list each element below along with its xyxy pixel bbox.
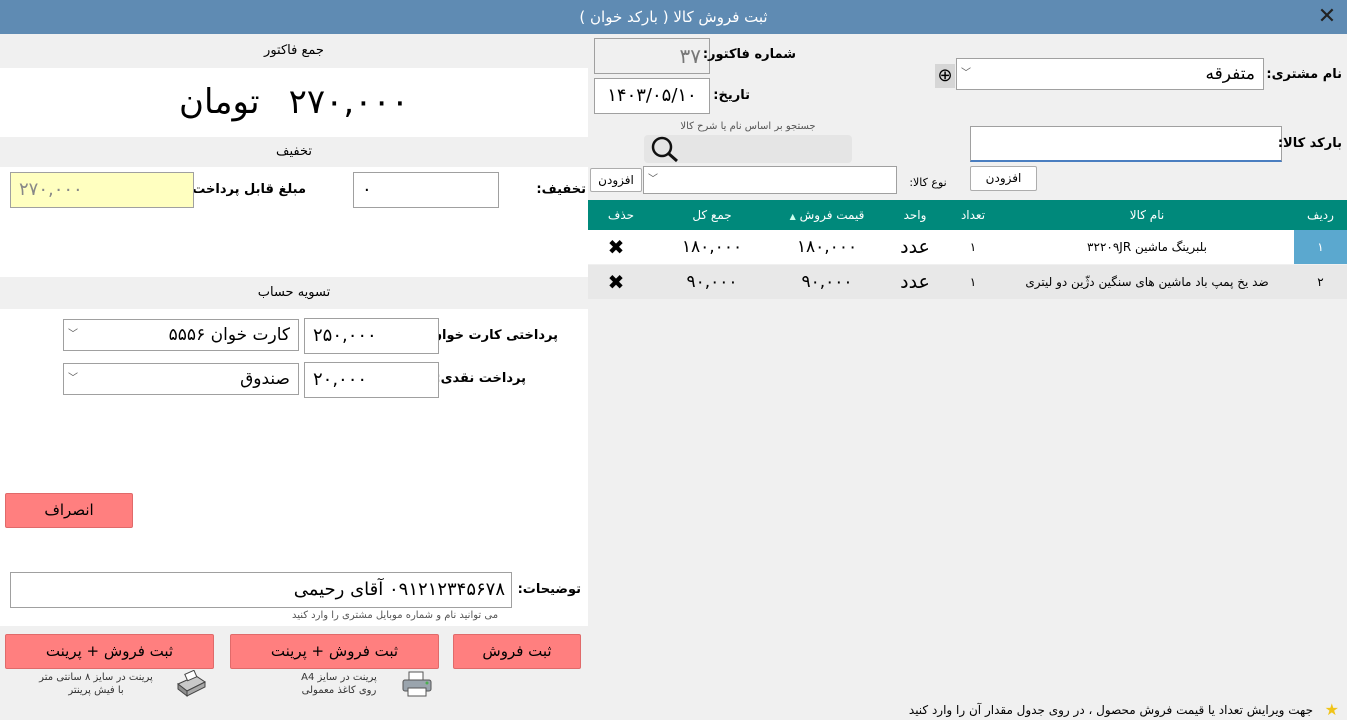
cell-name[interactable]: ضد یخ پمپ باد ماشین های سنگین دژّین دو ل… <box>1000 265 1294 299</box>
payable-amount: ۲۷۰,۰۰۰ <box>10 172 194 208</box>
card-account-select[interactable]: کارت خوان ۵۵۵۶ ﹀ <box>63 319 299 351</box>
total-display: ۲۷۰,۰۰۰ تومان <box>0 68 588 136</box>
total-currency: تومان <box>178 82 260 122</box>
receipt-note-line1: پرینت در سایز ۸ سانتی متر <box>39 672 153 683</box>
register-print-a4-button[interactable]: ثبت فروش + پرینت <box>230 634 439 669</box>
header-qty[interactable]: تعداد <box>946 200 1000 230</box>
header-unit[interactable]: واحد <box>884 200 946 230</box>
discount-header: تخفیف <box>0 137 588 167</box>
card-payment-label: پرداختی کارت خوان: <box>425 328 558 343</box>
star-icon: ★ <box>1324 700 1339 719</box>
a4-note-line1: پرینت در سایز A4 <box>301 672 377 683</box>
table-row[interactable]: ۱ بلبرینگ ماشین ۳۲۲۰۹JR ۱ عدد ۱۸۰,۰۰۰ ۱۸… <box>588 230 1347 264</box>
cash-payment-label: پرداخت نقدی: <box>435 371 526 386</box>
header-price[interactable]: ▲ قیمت فروش <box>770 200 884 232</box>
cancel-button[interactable]: انصراف <box>5 493 133 528</box>
a4-note-line2: روی کاغذ معمولی <box>301 685 377 696</box>
header-delete[interactable]: حذف <box>588 200 654 230</box>
cash-account-value: صندوق <box>240 369 290 389</box>
discount-label: تخفیف: <box>536 182 586 197</box>
notes-hint: می توانید نام و شماره موبایل مشتری را وا… <box>291 610 499 621</box>
status-text: جهت ویرایش تعداد یا قیمت فروش محصول ، در… <box>908 703 1313 717</box>
invoice-number: ۳۷ <box>594 38 710 74</box>
cell-row[interactable]: ۱ <box>1294 230 1347 264</box>
right-panel: ۳۷ شماره فاکتور: ۱۴۰۳/۰۵/۱۰ تاریخ: ⊕ متف… <box>588 34 1347 700</box>
table-row[interactable]: ۲ ضد یخ پمپ باد ماشین های سنگین دژّین دو… <box>588 265 1347 299</box>
cell-unit: عدد <box>900 236 930 258</box>
close-icon: ✕ <box>1317 4 1337 29</box>
add-customer-button[interactable]: ⊕ <box>935 64 955 88</box>
delete-x-icon: ✖ <box>607 270 625 294</box>
close-button[interactable]: ✕ <box>1315 5 1339 29</box>
register-print-receipt-button[interactable]: ثبت فروش + پرینت <box>5 634 214 669</box>
cell-qty[interactable]: ۱ <box>946 265 1000 299</box>
status-bar: ★ جهت ویرایش تعداد یا قیمت فروش محصول ، … <box>0 700 1347 720</box>
payable-label: مبلغ قابل پرداخت: <box>187 182 306 197</box>
delete-row-button[interactable]: ✖ <box>588 265 644 299</box>
notes-label: توضیحات: <box>517 582 581 597</box>
header-row[interactable]: ردیف <box>1294 200 1347 230</box>
card-payment-input[interactable]: ۲۵۰,۰۰۰ <box>304 318 439 354</box>
plus-circle-icon: ⊕ <box>937 65 953 86</box>
chevron-down-icon: ﹀ <box>961 68 971 79</box>
grid-header: ردیف نام کالا تعداد واحد ▲ قیمت فروش جمع… <box>588 200 1347 230</box>
cell-total: ۹۰,۰۰۰ <box>686 272 738 292</box>
notes-input[interactable]: ۰۹۱۲۱۲۳۴۵۶۷۸ آقای رحیمی <box>10 572 512 608</box>
header-price-label: قیمت فروش <box>799 208 865 222</box>
customer-label: نام مشتری: <box>1266 67 1342 82</box>
barcode-label: بارکد کالا: <box>1277 136 1342 151</box>
register-button[interactable]: ثبت فروش <box>453 634 581 669</box>
cell-row[interactable]: ۲ <box>1294 265 1347 299</box>
search-hint: جستجو بر اساس نام یا شرح کالا <box>680 121 816 132</box>
add-type-button[interactable]: افزودن <box>590 168 642 192</box>
cash-payment-input[interactable]: ۲۰,۰۰۰ <box>304 362 439 398</box>
cell-unit: عدد <box>900 271 930 293</box>
total-amount: ۲۷۰,۰۰۰ <box>288 82 410 122</box>
chevron-down-icon: ﹀ <box>648 174 658 185</box>
cash-account-select[interactable]: صندوق ﹀ <box>63 363 299 395</box>
sort-ascending-icon: ▲ <box>789 212 796 221</box>
cell-price[interactable]: ۱۸۰,۰۰۰ <box>770 230 884 264</box>
header-name[interactable]: نام کالا <box>1000 200 1294 230</box>
settlement-header: تسویه حساب <box>0 277 588 309</box>
cell-qty[interactable]: ۱ <box>946 230 1000 264</box>
delete-x-icon: ✖ <box>607 235 625 259</box>
cell-total: ۱۸۰,۰۰۰ <box>681 237 743 257</box>
printer-icon <box>400 670 434 698</box>
customer-value: متفرقه <box>1205 64 1255 84</box>
customer-select[interactable]: متفرقه ﹀ <box>956 58 1264 90</box>
date-label: تاریخ: <box>713 88 750 103</box>
product-type-select[interactable]: ﹀ <box>643 166 897 194</box>
receipt-printer-icon <box>174 669 208 698</box>
add-barcode-button[interactable]: افزودن <box>970 166 1037 191</box>
date-input[interactable]: ۱۴۰۳/۰۵/۱۰ <box>594 78 710 114</box>
discount-input[interactable]: ۰ <box>353 172 499 208</box>
window-title: ثبت فروش کالا ( بارکد خوان ) <box>579 8 768 26</box>
total-header: جمع فاکتور <box>0 34 588 68</box>
search-input[interactable] <box>644 135 852 163</box>
cell-price[interactable]: ۹۰,۰۰۰ <box>770 265 884 299</box>
product-type-label: نوع کالا: <box>909 176 947 189</box>
search-icon <box>651 136 678 163</box>
left-panel: جمع فاکتور ۲۷۰,۰۰۰ تومان تخفیف تخفیف: ۰ … <box>0 34 588 700</box>
receipt-note-line2: با فیش پرینتر <box>68 685 124 696</box>
delete-row-button[interactable]: ✖ <box>588 230 644 264</box>
card-account-value: کارت خوان ۵۵۵۶ <box>168 325 290 345</box>
chevron-down-icon: ﹀ <box>68 373 78 384</box>
header-total[interactable]: جمع کل <box>654 200 770 230</box>
chevron-down-icon: ﹀ <box>68 329 78 340</box>
invoice-number-label: شماره فاکتور: <box>702 47 796 62</box>
cell-name[interactable]: بلبرینگ ماشین ۳۲۲۰۹JR <box>1000 230 1294 264</box>
barcode-input[interactable] <box>970 126 1282 162</box>
